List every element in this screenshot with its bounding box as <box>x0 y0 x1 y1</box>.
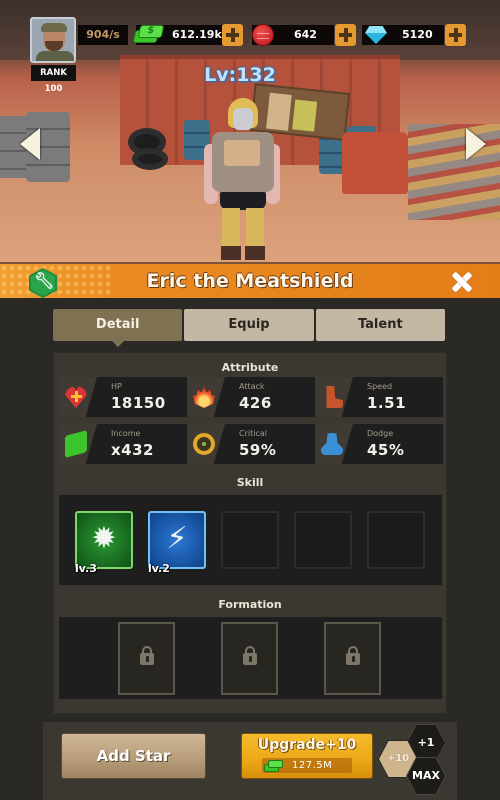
skill-slot-empty[interactable] <box>294 511 352 569</box>
formation-row <box>59 617 442 699</box>
upgrade-cost-value: 127.5M <box>292 760 333 771</box>
skill-slot-empty[interactable] <box>221 511 279 569</box>
skill-slot[interactable]: ⚡︎ lv.2 <box>148 511 206 575</box>
add-star-button[interactable]: Add Star <box>61 733 206 779</box>
formation-slot-locked[interactable] <box>118 622 175 695</box>
hero-name-title: Eric the Meatshield <box>146 270 354 292</box>
lock-icon <box>346 646 360 665</box>
attribute-speed: Speed 1.51 <box>315 377 443 417</box>
add-cash-button[interactable] <box>222 24 243 46</box>
tab-equip[interactable]: Equip <box>184 309 314 341</box>
skill-row: ✹ lv.3 ⚡︎ lv.2 <box>59 495 442 585</box>
hero-model[interactable] <box>202 98 282 260</box>
formation-slot-locked[interactable] <box>324 622 381 695</box>
gem-value: 5120 <box>402 28 433 41</box>
attribute-value: 59% <box>239 441 277 459</box>
player-avatar[interactable] <box>30 17 76 63</box>
attribute-value: x432 <box>111 441 154 459</box>
attribute-value: 426 <box>239 394 272 412</box>
attribute-value: 18150 <box>111 394 166 412</box>
upgrade-button[interactable]: Upgrade+10 127.5M <box>241 733 373 779</box>
attribute-income: Income x432 <box>59 424 187 464</box>
previous-hero-arrow-icon[interactable] <box>20 128 40 160</box>
attribute-label: Income <box>111 429 141 438</box>
attribute-label: Attack <box>239 382 265 391</box>
add-bottle-cap-button[interactable] <box>335 24 356 46</box>
attribute-dodge: Dodge 45% <box>315 424 443 464</box>
scene-sofa <box>342 132 408 194</box>
upgrade-label: Upgrade+10 <box>257 737 357 753</box>
skill-section-title: Skill <box>236 476 264 489</box>
attribute-value: 1.51 <box>367 394 407 412</box>
formation-slot-locked[interactable] <box>221 622 278 695</box>
attribute-label: HP <box>111 382 122 391</box>
upgrade-cost: 127.5M <box>262 758 352 773</box>
attribute-hp: HP 18150 <box>59 377 187 417</box>
top-resource-bar: RANK 100 904/s 612.19k 642 5120 <box>0 0 500 94</box>
attribute-label: Speed <box>367 382 393 391</box>
attribute-critical: Critical 59% <box>187 424 315 464</box>
attribute-section-title: Attribute <box>221 361 279 374</box>
skill-slot-empty[interactable] <box>367 511 425 569</box>
close-icon[interactable] <box>450 270 474 294</box>
attribute-label: Critical <box>239 429 267 438</box>
income-rate: 904/s <box>78 25 128 45</box>
tab-detail[interactable]: Detail <box>53 309 183 347</box>
lock-icon <box>243 646 257 665</box>
formation-section-title: Formation <box>218 598 282 611</box>
next-hero-arrow-icon[interactable] <box>466 128 486 160</box>
skill-slot[interactable]: ✹ lv.3 <box>75 511 133 575</box>
scene-shelf <box>408 124 500 220</box>
scene-tire <box>132 148 168 170</box>
attribute-attack: Attack 426 <box>187 377 315 417</box>
target-icon <box>193 433 215 455</box>
cash-icon <box>264 759 284 772</box>
bottle-cap-value: 642 <box>294 28 317 41</box>
tab-talent[interactable]: Talent <box>315 309 445 341</box>
skill-level: lv.3 <box>75 562 97 575</box>
hero-tabs: Detail Equip Talent <box>53 309 445 347</box>
attribute-label: Dodge <box>367 429 394 438</box>
panel-title-bar: 🔧︎ Eric the Meatshield <box>0 262 500 298</box>
cash-value: 612.19k <box>172 28 222 41</box>
bottle-cap-icon <box>252 24 274 46</box>
attribute-value: 45% <box>367 441 405 459</box>
bullet-burst-icon: ✹ <box>91 521 117 556</box>
lightning-icon: ⚡︎ <box>166 521 188 556</box>
cash-icon <box>132 24 165 44</box>
gem-icon <box>365 26 387 44</box>
skill-level: lv.2 <box>148 562 170 575</box>
lock-icon <box>140 646 154 665</box>
player-rank-badge: RANK 100 <box>31 65 76 94</box>
add-gem-button[interactable] <box>445 24 466 46</box>
